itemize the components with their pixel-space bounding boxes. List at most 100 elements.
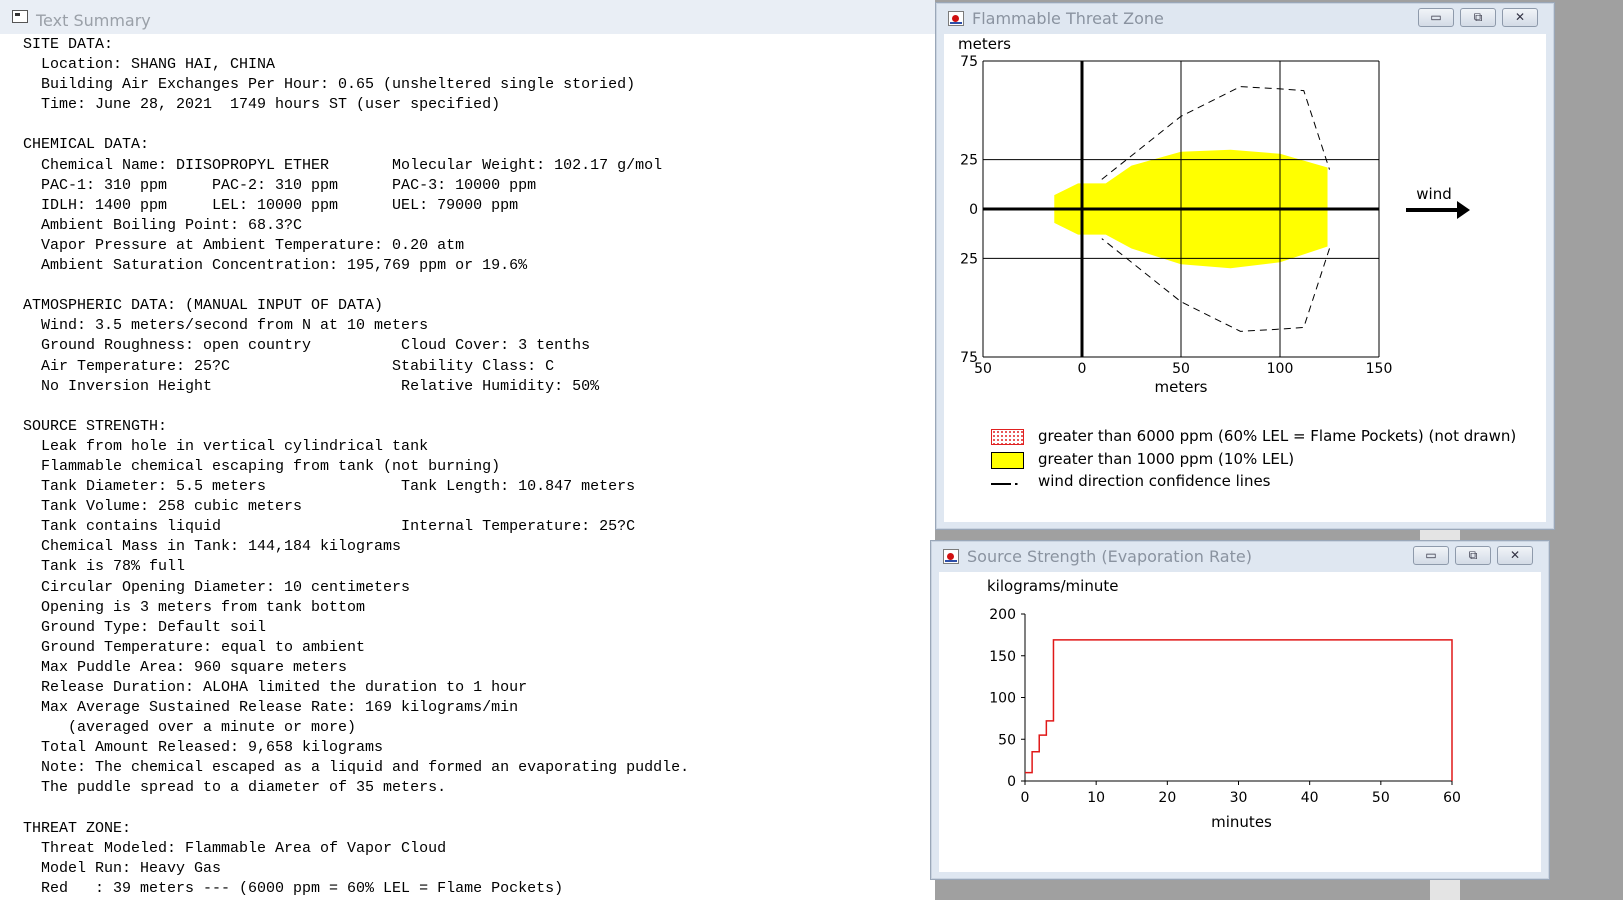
summary-line: Note: The chemical escaped as a liquid a… <box>23 759 690 777</box>
y-tick-label: 0 <box>969 202 978 218</box>
summary-line: Ambient Boiling Point: 68.3?C <box>23 216 303 234</box>
close-button[interactable]: ✕ <box>1497 546 1533 565</box>
x-axis-label: meters <box>1155 378 1208 396</box>
source-strength-plot-area: 0 50 100 150 200 0 10 20 30 40 50 60 kilograms/minut… <box>939 572 1541 872</box>
wind-label: wind <box>1416 185 1451 203</box>
summary-line: ATMOSPHERIC DATA: (MANUAL INPUT OF DATA) <box>23 297 384 315</box>
window-icon[interactable] <box>12 10 28 23</box>
evaporation-rate-line <box>1025 639 1453 781</box>
scroll-down-button[interactable] <box>1430 880 1460 900</box>
legend-swatch-flame-pockets <box>991 429 1024 445</box>
x-tick-label: 50 <box>1372 790 1390 806</box>
x-tick-label: 0 <box>1078 361 1087 377</box>
summary-line: Chemical Name: DIISOPROPYL ETHER Molecul… <box>23 156 663 174</box>
scrollbar-fragment <box>1420 530 1460 540</box>
summary-line: Chemical Mass in Tank: 144,184 kilograms <box>23 538 402 556</box>
x-tick-label: 0 <box>1021 790 1030 806</box>
legend-label-10-lel: greater than 1000 ppm (10% LEL) <box>1038 450 1295 468</box>
legend-label-flame-pockets: greater than 6000 ppm (60% LEL = Flame P… <box>1038 427 1517 445</box>
summary-line: Ground Temperature: equal to ambient <box>23 638 366 656</box>
x-tick-label: 10 <box>1087 790 1105 806</box>
y-tick-label: 150 <box>989 649 1016 665</box>
wind-arrow-icon <box>1457 201 1470 219</box>
y-tick-label: 25 <box>960 251 978 267</box>
summary-line: Building Air Exchanges Per Hour: 0.65 (u… <box>23 76 636 94</box>
summary-line: Tank Diameter: 5.5 meters Tank Length: 1… <box>23 478 636 496</box>
summary-line: Ground Roughness: open country Cloud Cov… <box>23 337 591 355</box>
summary-line: Ambient Saturation Concentration: 195,76… <box>23 257 528 275</box>
x-tick-label: 50 <box>1172 361 1190 377</box>
summary-line: Threat Modeled: Flammable Area of Vapor … <box>23 839 447 857</box>
threat-zone-plot-area: 50 0 50 100 150 75 25 0 25 75 meters meters wind gre… <box>944 34 1546 522</box>
x-axis-label: minutes <box>1211 813 1272 831</box>
summary-line <box>23 397 923 417</box>
summary-line: Max Puddle Area: 960 square meters <box>23 658 348 676</box>
summary-line: IDLH: 1400 ppm LEL: 10000 ppm UEL: 79000… <box>23 196 519 214</box>
summary-line: Tank Volume: 258 cubic meters <box>23 498 303 516</box>
x-tick-label: 40 <box>1301 790 1319 806</box>
text-summary-content: SITE DATA: Location: SHANG HAI, CHINA Bu… <box>23 35 923 899</box>
summary-line: The puddle spread to a diameter of 35 me… <box>23 779 447 797</box>
text-summary-window: Text Summary SITE DATA: Location: SHANG … <box>0 0 935 900</box>
summary-line: Tank contains liquid Internal Temperatur… <box>23 518 636 536</box>
minimize-button[interactable]: ▭ <box>1418 8 1454 27</box>
source-strength-titlebar[interactable]: Source Strength (Evaporation Rate) ▭ ⧉ ✕ <box>931 541 1549 571</box>
summary-line: Model Run: Heavy Gas <box>23 859 222 877</box>
text-summary-title: Text Summary <box>36 11 151 30</box>
legend-swatch-10-lel <box>991 452 1024 469</box>
threat-zone-chart: 50 0 50 100 150752502575metersmeterswind <box>958 35 1470 396</box>
legend-label-confidence-lines: wind direction confidence lines <box>1038 472 1271 490</box>
summary-line: Location: SHANG HAI, CHINA <box>23 56 276 74</box>
close-button[interactable]: ✕ <box>1502 8 1538 27</box>
summary-line: (averaged over a minute or more) <box>23 719 357 737</box>
threat-zone-title: Flammable Threat Zone <box>972 9 1164 28</box>
minimize-button[interactable]: ▭ <box>1413 546 1449 565</box>
x-tick-label: 60 <box>1443 790 1461 806</box>
y-axis-label: kilograms/minute <box>987 577 1118 595</box>
y-tick-label: 50 <box>998 732 1016 748</box>
summary-line: SITE DATA: <box>23 36 114 53</box>
text-summary-titlebar[interactable]: Text Summary <box>0 0 935 34</box>
legend-swatch-confidence-lines <box>991 483 1024 485</box>
y-tick-label: 75 <box>960 350 978 366</box>
maximize-button[interactable]: ⧉ <box>1460 8 1496 27</box>
summary-line: PAC-1: 310 ppm PAC-2: 310 ppm PAC-3: 100… <box>23 176 537 194</box>
summary-line: Time: June 28, 2021 1749 hours ST (user … <box>23 96 501 114</box>
evaporation-rate-chart: 0 50 100 150 200 0 10 20 30 40 50 60 kilograms/minut… <box>987 577 1461 831</box>
summary-line: Circular Opening Diameter: 10 centimeter… <box>23 578 411 596</box>
summary-line: Max Average Sustained Release Rate: 169 … <box>23 699 519 717</box>
summary-line: Release Duration: ALOHA limited the dura… <box>23 679 528 696</box>
summary-line: Vapor Pressure at Ambient Temperature: 0… <box>23 236 465 254</box>
y-tick-label: 0 <box>1007 774 1016 790</box>
x-tick-label: 30 <box>1230 790 1248 806</box>
maximize-button[interactable]: ⧉ <box>1455 546 1491 565</box>
summary-line: Total Amount Released: 9,658 kilograms <box>23 739 384 757</box>
summary-line: THREAT ZONE: <box>23 819 132 837</box>
y-tick-label: 100 <box>989 691 1016 707</box>
source-strength-title: Source Strength (Evaporation Rate) <box>967 547 1252 566</box>
x-tick-label: 150 <box>1366 361 1393 377</box>
y-tick-label: 25 <box>960 153 978 169</box>
x-tick-label: 20 <box>1158 790 1176 806</box>
summary-line: Red : 39 meters --- (6000 ppm = 60% LEL … <box>23 879 564 897</box>
summary-line: SOURCE STRENGTH: <box>23 417 168 435</box>
summary-line: Flammable chemical escaping from tank (n… <box>23 457 501 475</box>
threat-zone-titlebar[interactable]: Flammable Threat Zone ▭ ⧉ ✕ <box>936 3 1554 33</box>
summary-line <box>23 799 923 819</box>
y-axis-label: meters <box>958 35 1011 53</box>
summary-line <box>23 276 923 296</box>
summary-line: Wind: 3.5 meters/second from N at 10 met… <box>23 317 429 335</box>
summary-line: Ground Type: Default soil <box>23 618 267 636</box>
aloha-app-icon <box>948 11 964 26</box>
flammable-threat-zone-window: Flammable Threat Zone ▭ ⧉ ✕ 50 0 50 100 150 7… <box>935 2 1555 530</box>
summary-line <box>23 115 923 135</box>
summary-line: Leak from hole in vertical cylindrical t… <box>23 437 429 455</box>
y-tick-label: 75 <box>960 54 978 70</box>
source-strength-window: Source Strength (Evaporation Rate) ▭ ⧉ ✕… <box>930 540 1550 880</box>
x-tick-label: 100 <box>1267 361 1294 377</box>
y-tick-label: 200 <box>989 607 1016 623</box>
summary-line: Air Temperature: 25?C Stability Class: C <box>23 357 555 375</box>
summary-line: No Inversion Height Relative Humidity: 5… <box>23 377 600 395</box>
summary-line: Opening is 3 meters from tank bottom <box>23 598 366 616</box>
summary-line: Tank is 78% full <box>23 558 186 576</box>
